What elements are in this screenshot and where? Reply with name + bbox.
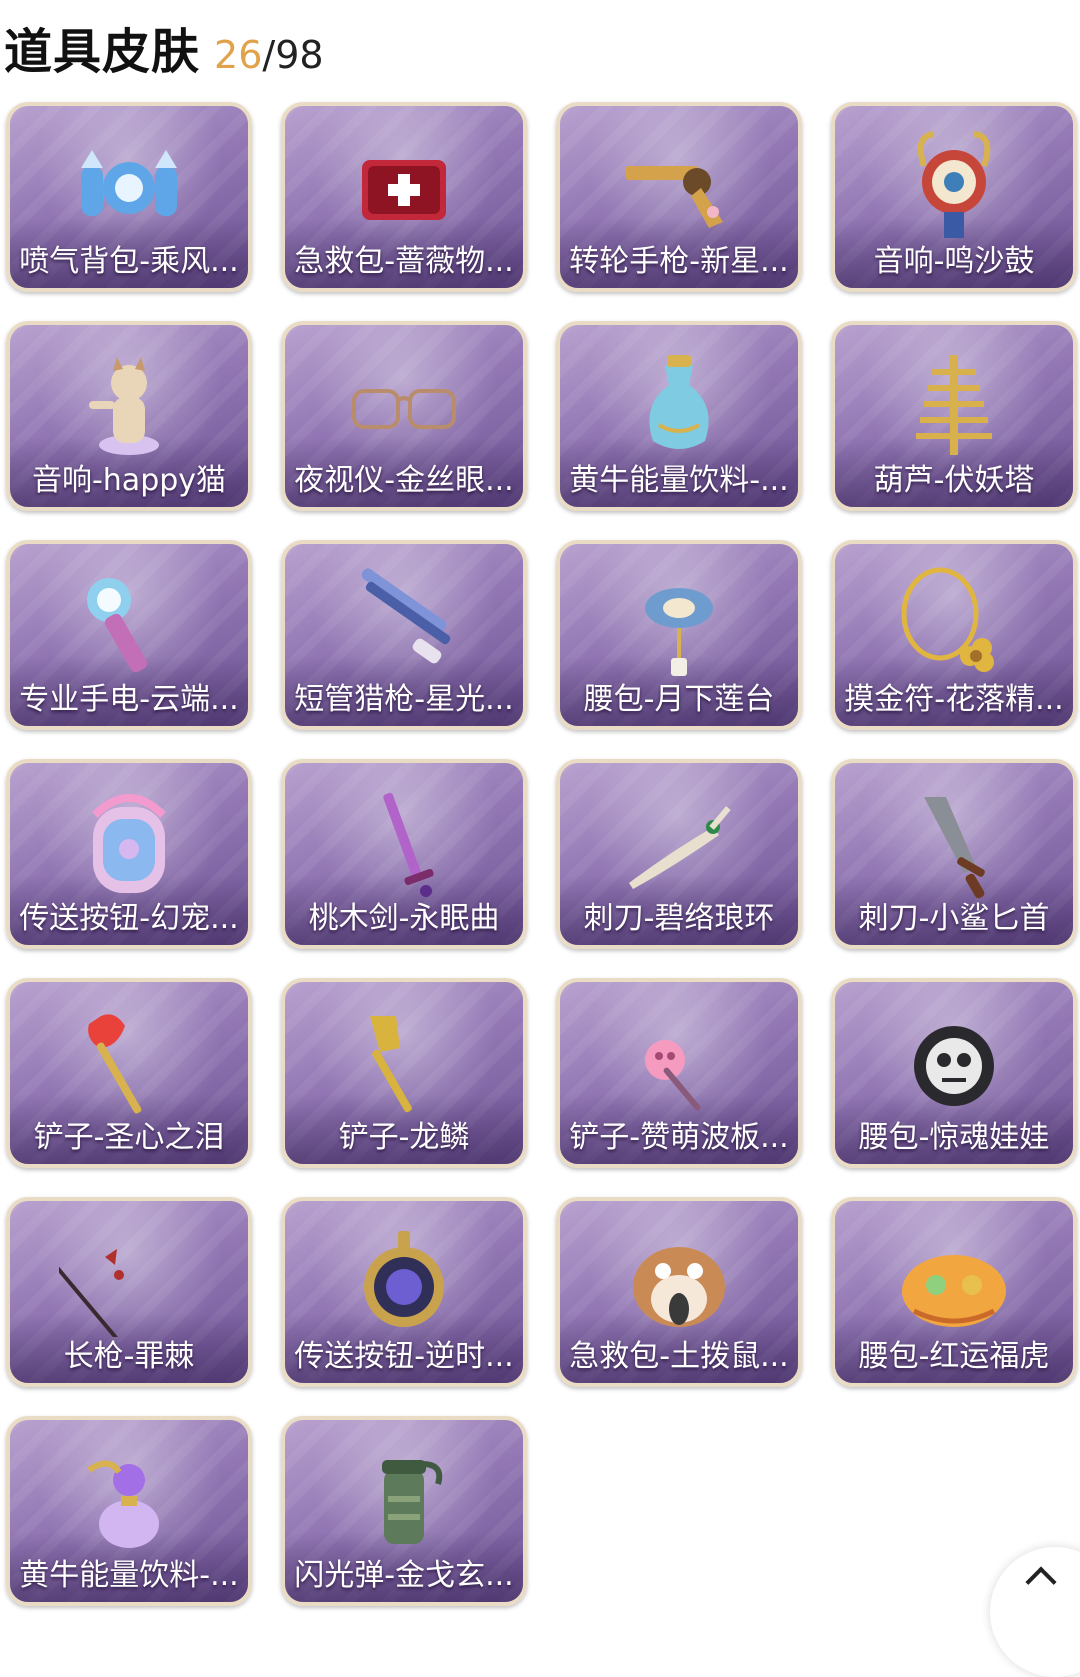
owned-count: 26 [214,33,263,77]
flashbang-icon [329,1438,479,1558]
skin-card[interactable]: 音响-happy猫 [6,321,252,511]
skin-card[interactable]: 急救包-蔷薇物... [281,102,527,292]
shovel-heart-icon [54,1000,204,1120]
pagoda-icon [879,343,1029,463]
skin-card-label: 音响-鸣沙鼓 [873,244,1035,279]
page-header: 道具皮肤 26/98 [4,12,324,80]
chevron-up-icon [1025,1566,1057,1598]
skin-card-label: 葫芦-伏妖塔 [873,463,1035,498]
tiger-bag-icon [879,1219,1029,1339]
skin-card[interactable]: 音响-鸣沙鼓 [831,102,1077,292]
skin-card-label: 腰包-月下莲台 [583,682,775,717]
skin-card[interactable]: 喷气背包-乘风... [6,102,252,292]
clock-orb-icon [329,1219,479,1339]
lotus-pendant-icon [604,562,754,682]
glasses-icon [329,343,479,463]
skin-card[interactable]: 铲子-圣心之泪 [6,978,252,1168]
shotgun-icon [329,562,479,682]
skin-card[interactable]: 摸金符-花落精... [831,540,1077,730]
skin-card-label: 夜视仪-金丝眼... [294,463,514,498]
skin-card-label: 专业手电-云端... [19,682,239,717]
page-title: 道具皮肤 [4,24,201,80]
sword-icon [329,781,479,901]
skin-card-label: 刺刀-碧络琅环 [583,901,775,936]
skin-card[interactable]: 闪光弹-金戈玄... [281,1416,527,1606]
skull-doll-icon [879,1000,1029,1120]
skin-card-label: 音响-happy猫 [31,463,227,498]
potion-bottle-icon [604,343,754,463]
revolver-icon [604,124,754,244]
count-separator: / [262,33,276,77]
skin-card-label: 传送按钮-幻宠... [19,901,239,936]
skin-card[interactable]: 刺刀-碧络琅环 [556,759,802,949]
skin-card-label: 腰包-惊魂娃娃 [858,1120,1050,1155]
skin-card[interactable]: 黄牛能量饮料-... [6,1416,252,1606]
golden-shovel-icon [329,1000,479,1120]
cat-figure-icon [54,343,204,463]
skin-card-label: 传送按钮-逆时... [294,1339,514,1374]
pink-shovel-icon [604,1000,754,1120]
skin-card[interactable]: 腰包-月下莲台 [556,540,802,730]
skin-card-label: 急救包-蔷薇物... [294,244,514,279]
skin-card[interactable]: 黄牛能量饮料-... [556,321,802,511]
flower-charm-icon [879,562,1029,682]
skin-card[interactable]: 传送按钮-逆时... [281,1197,527,1387]
skin-card-label: 闪光弹-金戈玄... [294,1558,514,1593]
skin-card-label: 短管猎枪-星光... [294,682,514,717]
skin-card-label: 喷气背包-乘风... [19,244,239,279]
skin-card-label: 桃木剑-永眠曲 [308,901,500,936]
jetpack-icon [54,124,204,244]
skin-card[interactable]: 夜视仪-金丝眼... [281,321,527,511]
skin-card[interactable]: 铲子-赞萌波板... [556,978,802,1168]
skin-card[interactable]: 葫芦-伏妖塔 [831,321,1077,511]
skin-card-label: 急救包-土拨鼠... [569,1339,789,1374]
skin-card-label: 黄牛能量饮料-... [569,463,789,498]
skin-card-label: 黄牛能量饮料-... [19,1558,239,1593]
skin-card[interactable]: 腰包-惊魂娃娃 [831,978,1077,1168]
skin-card-label: 长枪-罪棘 [63,1339,195,1374]
hamster-icon [604,1219,754,1339]
crystal-bottle-icon [54,1438,204,1558]
skin-grid: 喷气背包-乘风... 急救包-蔷薇物... 转轮手枪-新星... 音响-鸣沙鼓音响-h… [6,102,1077,1606]
skin-card[interactable]: 刺刀-小鲨匕首 [831,759,1077,949]
skin-card[interactable]: 传送按钮-幻宠... [6,759,252,949]
spear-icon [54,1219,204,1339]
skin-card[interactable]: 桃木剑-永眠曲 [281,759,527,949]
total-count: 98 [275,33,324,77]
drum-icon [879,124,1029,244]
skin-card[interactable]: 腰包-红运福虎 [831,1197,1077,1387]
skin-card-label: 铲子-赞萌波板... [569,1120,789,1155]
skin-card-label: 铲子-圣心之泪 [33,1120,225,1155]
collection-count: 26/98 [214,33,324,77]
skin-card[interactable]: 长枪-罪棘 [6,1197,252,1387]
skin-card-label: 刺刀-小鲨匕首 [858,901,1050,936]
skin-card[interactable]: 铲子-龙鳞 [281,978,527,1168]
skin-card-label: 铲子-龙鳞 [338,1120,470,1155]
skin-card[interactable]: 专业手电-云端... [6,540,252,730]
flashlight-icon [54,562,204,682]
dagger-icon [604,781,754,901]
teleport-device-icon [54,781,204,901]
skin-card[interactable]: 急救包-土拨鼠... [556,1197,802,1387]
skin-card-label: 转轮手枪-新星... [569,244,789,279]
shark-knife-icon [879,781,1029,901]
skin-card-label: 摸金符-花落精... [844,682,1064,717]
skin-card-label: 腰包-红运福虎 [858,1339,1050,1374]
first-aid-kit-icon [329,124,479,244]
skin-card[interactable]: 短管猎枪-星光... [281,540,527,730]
skin-card[interactable]: 转轮手枪-新星... [556,102,802,292]
